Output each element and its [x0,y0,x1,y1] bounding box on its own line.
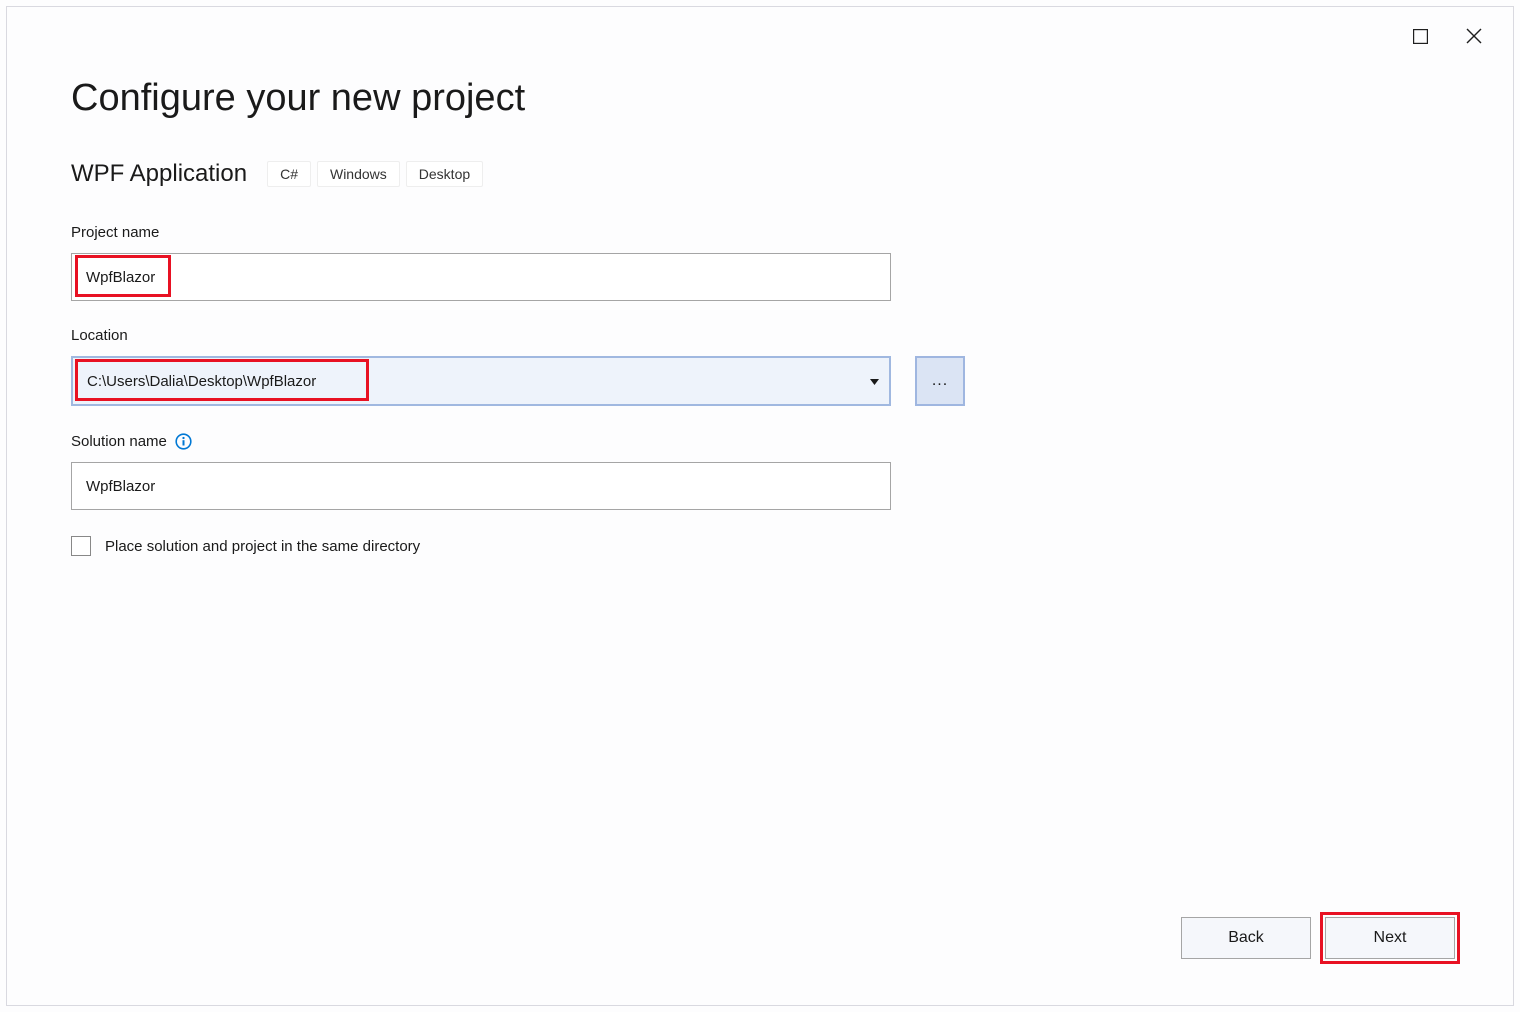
tag-windows: Windows [317,161,400,187]
browse-button[interactable]: ... [915,356,965,406]
solution-name-label: Solution name [71,432,1449,450]
location-input[interactable] [71,356,891,406]
project-name-label: Project name [71,224,1449,241]
same-directory-checkbox[interactable] [71,536,91,556]
solution-name-input[interactable] [71,462,891,510]
same-directory-row: Place solution and project in the same d… [71,536,1449,556]
project-name-input[interactable] [71,253,891,301]
location-group: Location ... [71,327,1449,406]
back-button[interactable]: Back [1181,917,1311,959]
content-area: Configure your new project WPF Applicati… [7,7,1513,556]
solution-name-group: Solution name [71,432,1449,510]
info-icon[interactable] [175,432,193,450]
template-row: WPF Application C# Windows Desktop [71,160,1449,188]
project-name-group: Project name [71,224,1449,301]
page-title: Configure your new project [71,77,1449,120]
same-directory-label: Place solution and project in the same d… [105,538,420,555]
next-button[interactable]: Next [1325,917,1455,959]
close-icon[interactable] [1463,25,1485,47]
footer: Back Next [1181,917,1455,959]
dialog-window: Configure your new project WPF Applicati… [6,6,1514,1006]
tag-csharp: C# [267,161,311,187]
maximize-icon[interactable] [1409,25,1431,47]
titlebar [1381,7,1513,65]
template-name: WPF Application [71,160,247,188]
location-label: Location [71,327,1449,344]
template-tags: C# Windows Desktop [267,161,483,187]
tag-desktop: Desktop [406,161,483,187]
solution-name-label-text: Solution name [71,433,167,450]
